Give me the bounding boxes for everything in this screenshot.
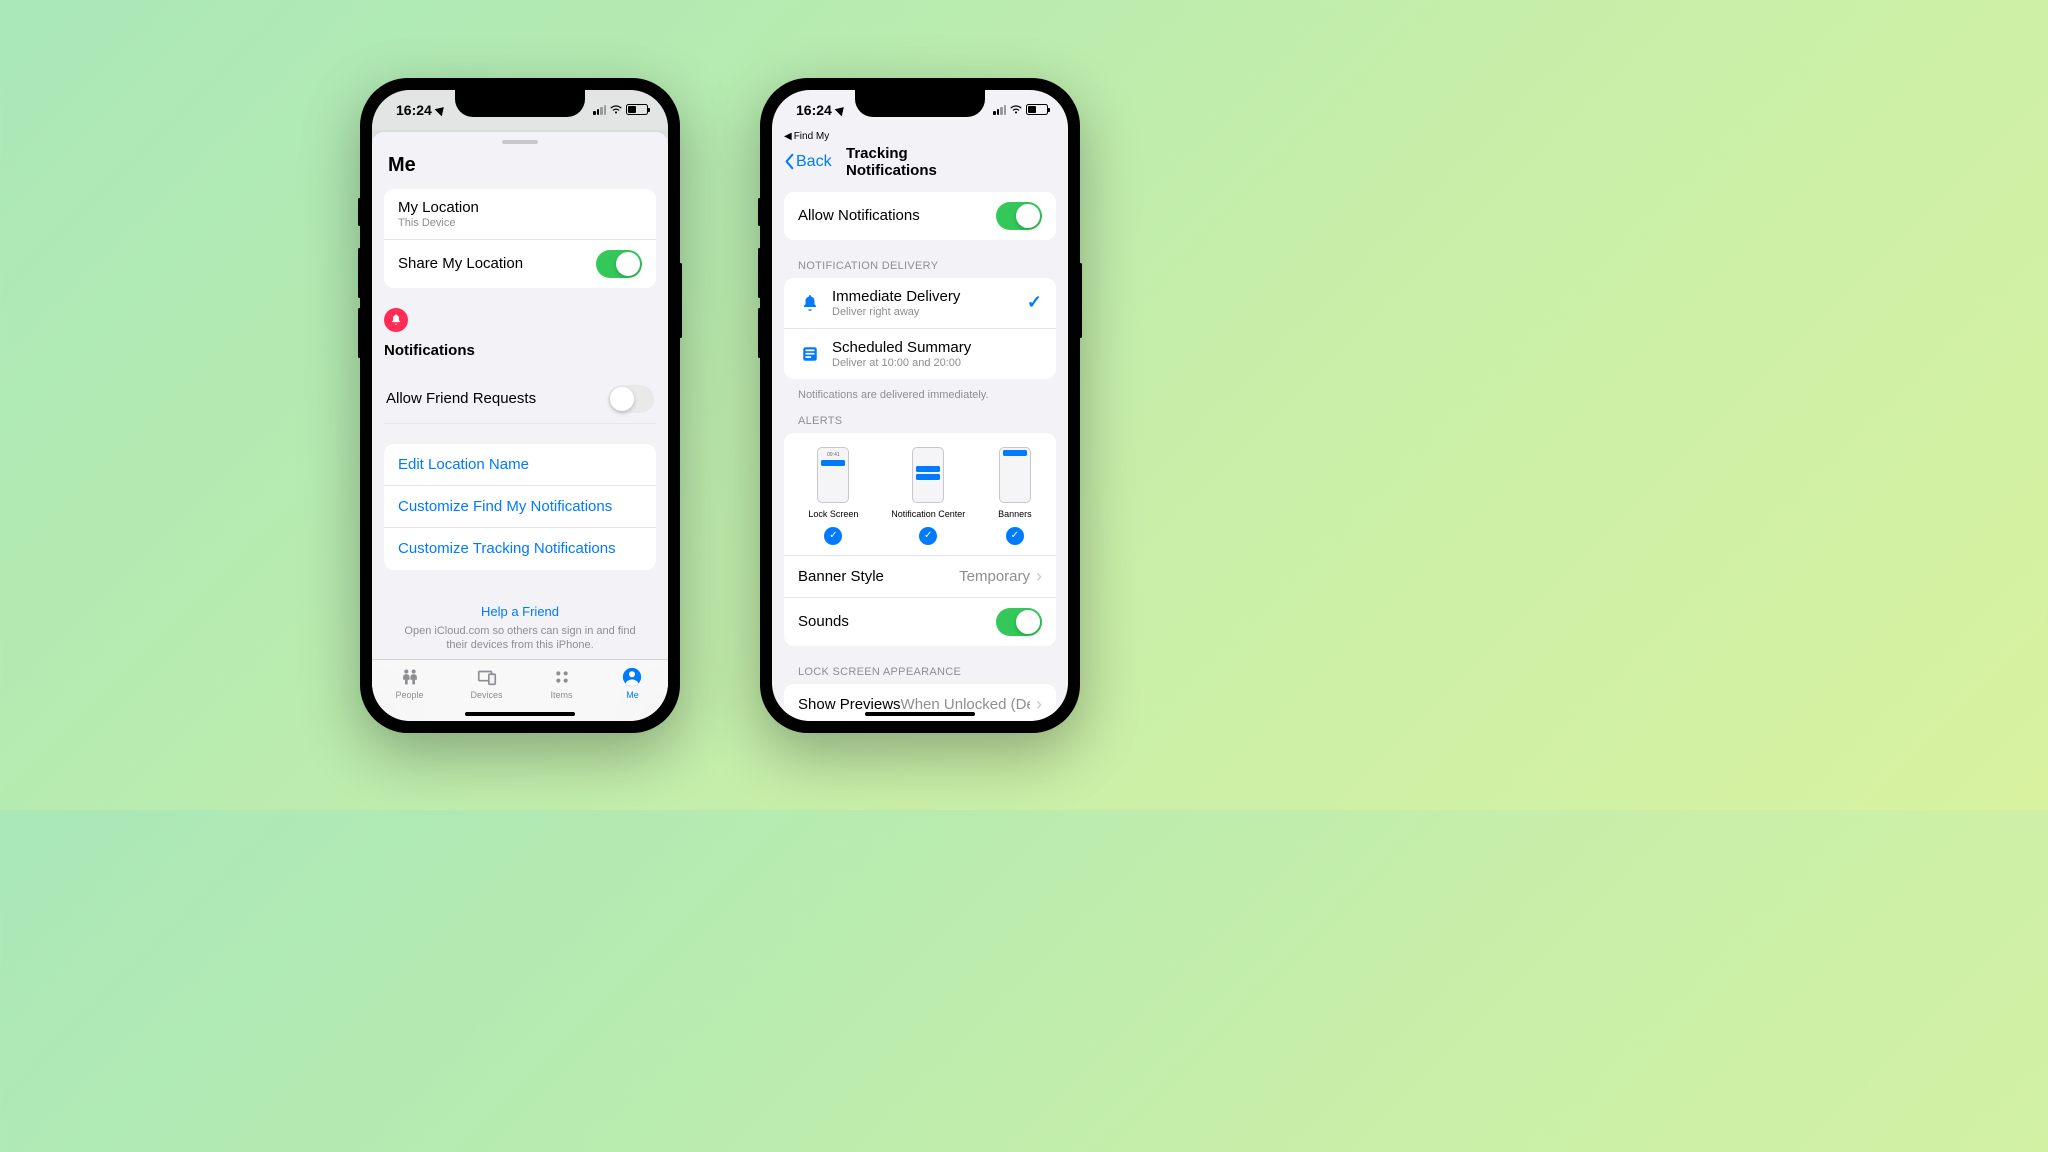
power-button [1079, 263, 1082, 338]
sheet-title: Me [372, 154, 668, 189]
allow-friend-requests-label: Allow Friend Requests [386, 390, 536, 407]
tab-devices[interactable]: Devices [471, 666, 503, 700]
wifi-icon [1009, 102, 1023, 118]
my-location-row[interactable]: My Location This Device [384, 189, 656, 240]
share-my-location-label: Share My Location [398, 255, 523, 272]
breadcrumb-back-to-app[interactable]: ◀Find My [772, 130, 1068, 144]
delivery-header: NOTIFICATION DELIVERY [772, 260, 1068, 278]
screen-tracking-notifications: 16:24 ◀Find My Back Tracking Notificatio… [772, 90, 1068, 721]
status-time: 16:24 [396, 102, 432, 118]
alert-types-row: 09:41 Lock Screen ✓ Notification Center … [784, 433, 1056, 556]
allow-friend-requests-toggle[interactable] [608, 385, 654, 413]
volume-down-button [758, 308, 761, 358]
notch [455, 90, 585, 117]
customize-findmy-link[interactable]: Customize Find My Notifications [384, 486, 656, 528]
mute-switch [358, 198, 361, 226]
sheet-grabber[interactable] [502, 140, 538, 144]
edit-location-name-link[interactable]: Edit Location Name [384, 444, 656, 486]
share-my-location-row: Share My Location [384, 240, 656, 288]
home-indicator[interactable] [465, 712, 575, 716]
help-a-friend-link[interactable]: Help a Friend [396, 604, 644, 619]
wifi-icon [609, 102, 623, 118]
status-time: 16:24 [796, 102, 832, 118]
help-text: Open iCloud.com so others can sign in an… [396, 624, 644, 654]
alert-lock-screen[interactable]: 09:41 Lock Screen ✓ [808, 447, 858, 545]
bell-icon [384, 308, 408, 332]
share-location-toggle[interactable] [596, 250, 642, 278]
tab-me[interactable]: Me [620, 666, 644, 700]
battery-icon [1026, 104, 1048, 115]
allow-notifications-toggle[interactable] [996, 202, 1042, 230]
tab-items[interactable]: Items [550, 666, 574, 700]
volume-up-button [758, 248, 761, 298]
chevron-right-icon: › [1036, 566, 1042, 587]
location-indicator-icon [434, 103, 447, 116]
banner-style-row[interactable]: Banner Style Temporary › [784, 556, 1056, 598]
chevron-right-icon: › [1036, 694, 1042, 715]
power-button [679, 263, 682, 338]
allow-notifications-label: Allow Notifications [798, 207, 920, 224]
battery-icon [626, 104, 648, 115]
allow-notifications-row: Allow Notifications [784, 192, 1056, 240]
immediate-delivery-row[interactable]: Immediate Delivery Deliver right away ✓ [784, 278, 1056, 329]
customize-tracking-link[interactable]: Customize Tracking Notifications [384, 528, 656, 570]
me-sheet: Me My Location This Device Share My Loca… [372, 132, 668, 687]
location-indicator-icon [834, 103, 847, 116]
phone-right: 16:24 ◀Find My Back Tracking Notificatio… [760, 78, 1080, 733]
alerts-header: ALERTS [772, 415, 1068, 433]
back-button[interactable]: Back [784, 153, 832, 171]
navigation-bar: Back Tracking Notifications [772, 144, 1068, 180]
sounds-row: Sounds [784, 598, 1056, 646]
lock-appearance-header: LOCK SCREEN APPEARANCE [772, 666, 1068, 684]
mute-switch [758, 198, 761, 226]
volume-up-button [358, 248, 361, 298]
check-icon: ✓ [919, 527, 937, 545]
my-location-sub: This Device [398, 217, 642, 229]
summary-icon [798, 345, 822, 363]
alert-banners[interactable]: Banners ✓ [998, 447, 1032, 545]
home-indicator[interactable] [865, 712, 975, 716]
bell-icon [798, 294, 822, 312]
tab-people[interactable]: People [395, 666, 423, 700]
alert-notification-center[interactable]: Notification Center ✓ [891, 447, 965, 545]
notch [855, 90, 985, 117]
cellular-signal-icon [993, 105, 1006, 115]
page-title: Tracking Notifications [846, 145, 994, 179]
sounds-toggle[interactable] [996, 608, 1042, 636]
allow-friend-requests-row: Allow Friend Requests [384, 375, 656, 424]
my-location-label: My Location [398, 199, 642, 216]
phone-left: 16:24 Me My Location This Device [360, 78, 680, 733]
notifications-heading: Notifications [384, 342, 656, 359]
scheduled-summary-row[interactable]: Scheduled Summary Deliver at 10:00 and 2… [784, 329, 1056, 379]
check-icon: ✓ [1006, 527, 1024, 545]
cellular-signal-icon [593, 105, 606, 115]
volume-down-button [358, 308, 361, 358]
checkmark-icon: ✓ [1027, 292, 1042, 313]
check-icon: ✓ [824, 527, 842, 545]
delivery-footer: Notifications are delivered immediately. [772, 383, 1068, 415]
screen-findmy-me: 16:24 Me My Location This Device [372, 90, 668, 721]
